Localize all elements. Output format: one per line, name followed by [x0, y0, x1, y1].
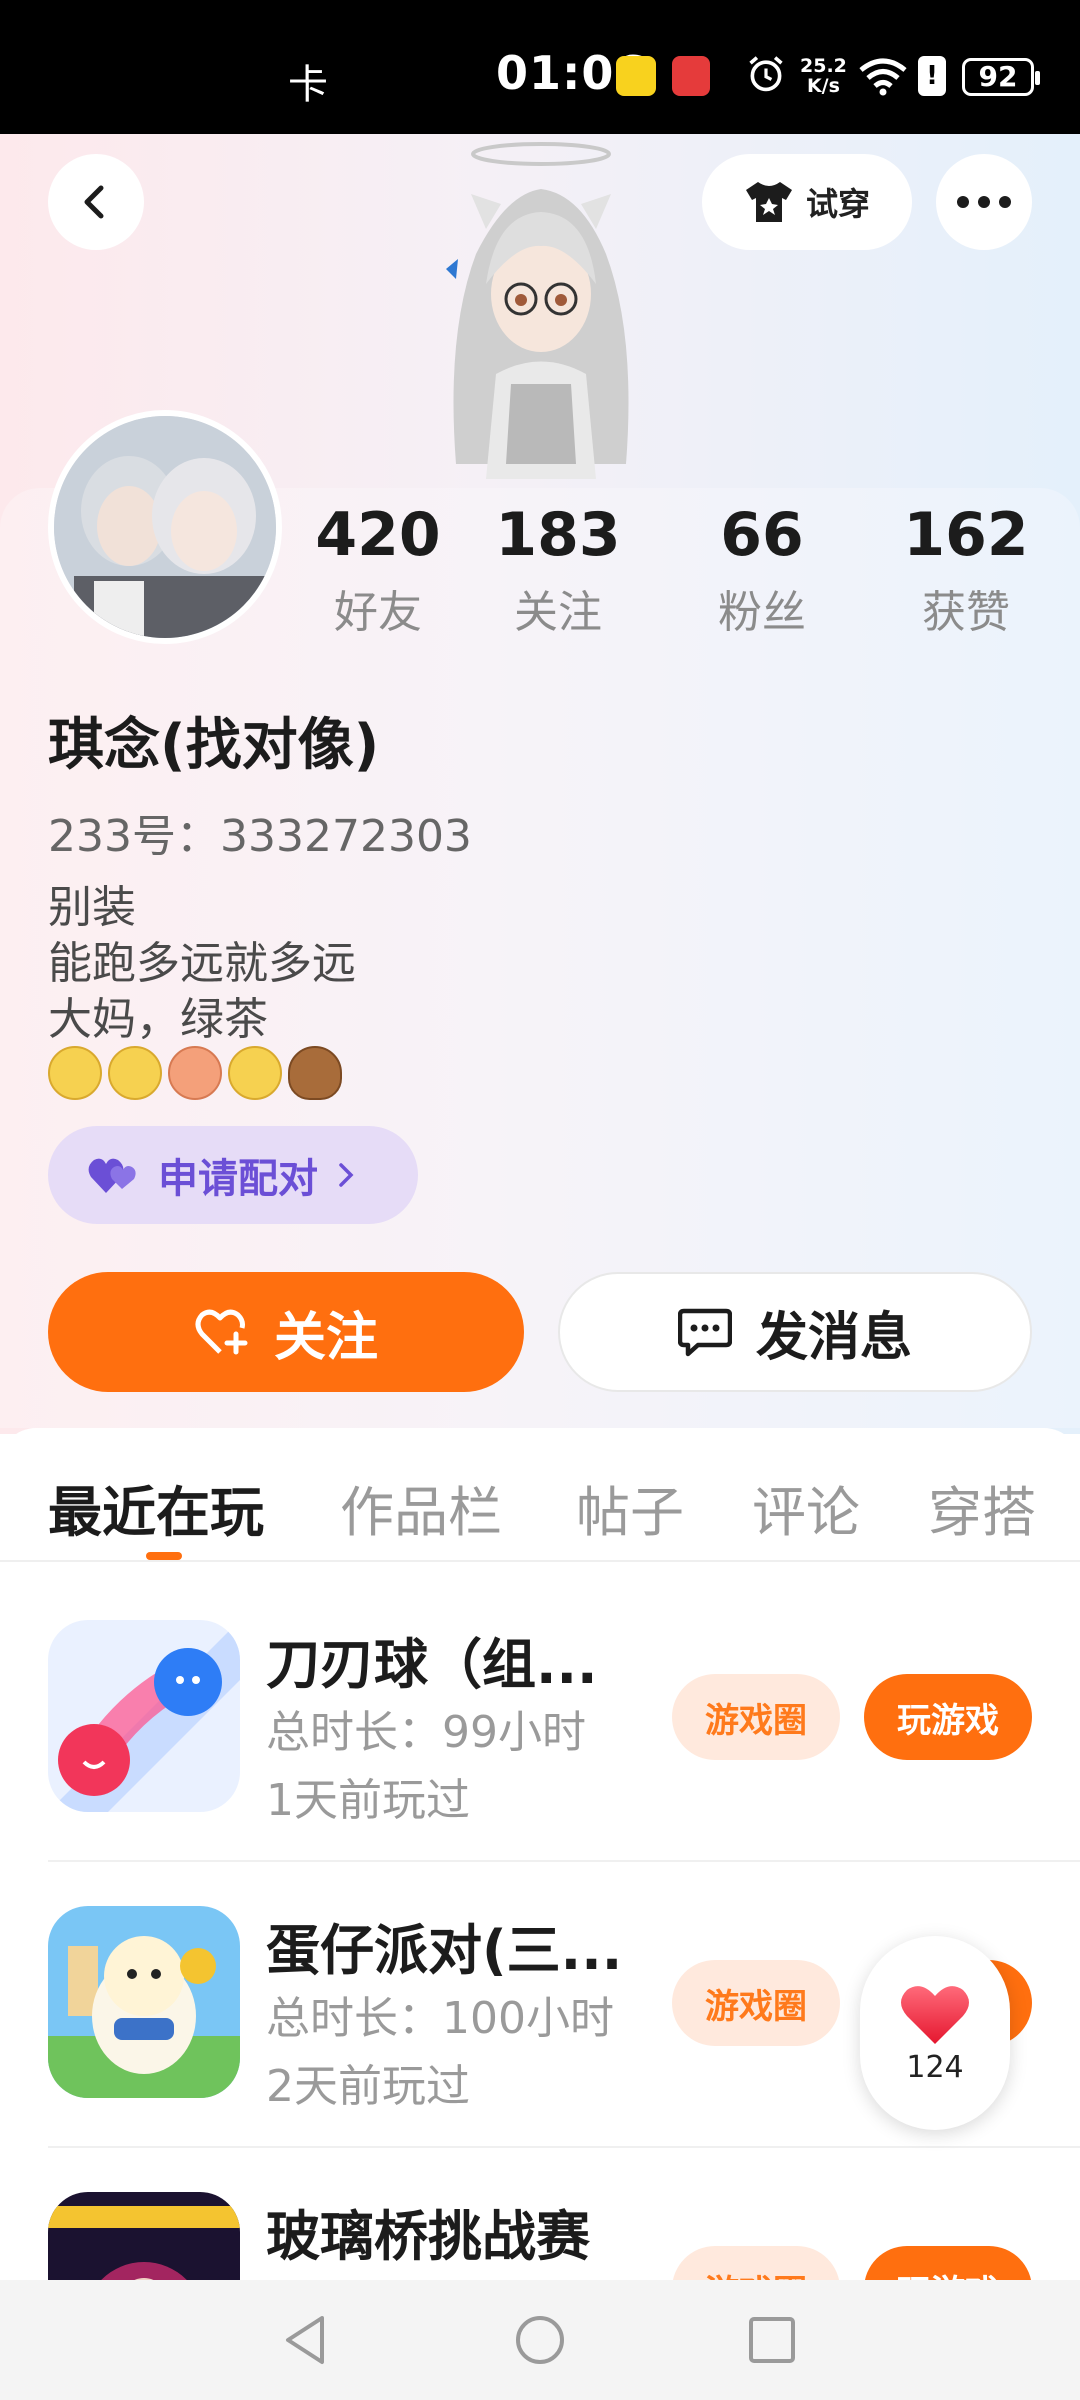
stat-label: 好友 [334, 587, 422, 638]
tab-recently-played[interactable]: 最近在玩 [48, 1468, 264, 1547]
stat-label: 获赞 [922, 587, 1010, 638]
avatar-photo [54, 416, 276, 638]
3d-avatar-figure [446, 142, 629, 479]
game-last-played: 2天前玩过 [266, 2061, 470, 2112]
stat-label: 关注 [514, 587, 602, 638]
tab-comments[interactable]: 评论 [752, 1468, 860, 1547]
floating-like-button[interactable]: 124 [860, 1936, 1010, 2130]
tab-outfits[interactable]: 穿搭 [928, 1468, 1036, 1547]
bio-line: 能跑多远就多远 [48, 938, 356, 989]
stat-label: 粉丝 [718, 587, 806, 638]
heart-plus-icon [195, 1309, 248, 1355]
alert-icon: ! [918, 56, 946, 96]
tab-posts[interactable]: 帖子 [576, 1468, 684, 1547]
status-bar: 卡 01:06 25.2 K/s ! 92 [0, 0, 1080, 134]
stat-value: 162 [903, 500, 1029, 570]
follow-label: 关注 [273, 1307, 378, 1368]
stat-likes[interactable]: 162 获赞 [886, 500, 1046, 640]
play-game-button[interactable]: 玩游戏 [864, 1674, 1032, 1760]
nav-home-icon[interactable] [510, 2310, 570, 2370]
bio-line: 别装 [48, 882, 136, 933]
nav-recents-icon[interactable] [742, 2310, 802, 2370]
chat-bubble-icon [677, 1308, 732, 1357]
like-count: 124 [906, 2049, 964, 2085]
poop-emoji-icon [288, 1046, 342, 1100]
more-dots-icon [957, 196, 1011, 208]
profile-tabs: 最近在玩 作品栏 帖子 评论 穿搭 [0, 1450, 1080, 1560]
nickname: 琪念(找对像) [48, 713, 380, 778]
request-match-label: 申请配对 [158, 1156, 318, 1202]
active-tab-indicator [146, 1552, 182, 1560]
game-duration: 总时长：100小时 [266, 1993, 614, 2044]
chevron-left-icon [84, 185, 104, 219]
game-name: 刀刃球（组... [266, 1633, 598, 1696]
try-on-button[interactable]: 试穿 [702, 154, 912, 250]
back-button[interactable] [48, 154, 144, 250]
game-name: 蛋仔派对(三... [266, 1919, 623, 1982]
nav-back-icon[interactable] [276, 2310, 336, 2370]
app-notification-icon-2 [672, 56, 710, 96]
game-name: 玻璃桥挑战赛 [266, 2205, 590, 2268]
game-last-played: 1天前玩过 [266, 1775, 470, 1826]
double-heart-icon [88, 1158, 136, 1193]
tongue-emoji-icon [168, 1046, 222, 1100]
list-divider [48, 1860, 1080, 1862]
network-speed: 25.2 K/s [800, 56, 847, 96]
game-circle-button[interactable]: 游戏圈 [672, 1674, 840, 1760]
battery-indicator: 92 [962, 58, 1040, 96]
wifi-icon [859, 58, 907, 96]
system-nav-bar [0, 2280, 1080, 2400]
network-speed-unit: K/s [806, 75, 840, 97]
heart-icon [901, 1985, 969, 2044]
network-speed-value: 25.2 [800, 55, 847, 77]
bio-line: 大妈，绿茶 [48, 994, 268, 1045]
alarm-icon [749, 56, 783, 92]
bio-emoji-row [48, 1046, 342, 1100]
eye-roll-emoji-icon [108, 1046, 162, 1100]
stat-value: 183 [495, 500, 621, 570]
chevron-right-icon [339, 1163, 354, 1187]
list-item[interactable]: 刀刃球（组... 总时长：99小时 1天前玩过 游戏圈 玩游戏 [0, 1620, 1080, 1906]
stat-value: 420 [315, 500, 441, 570]
avatar[interactable] [48, 410, 282, 644]
bio: 别装 能跑多远就多远 大妈，绿茶 [48, 880, 356, 1048]
list-divider [48, 2146, 1080, 2148]
send-message-label: 发消息 [755, 1307, 912, 1368]
game-duration: 总时长：99小时 [266, 1707, 586, 1758]
tab-works[interactable]: 作品栏 [340, 1468, 502, 1547]
tabs-divider [0, 1560, 1080, 1562]
carrier-label: 卡 [288, 62, 328, 108]
send-message-button[interactable]: 发消息 [558, 1272, 1032, 1392]
game-icon [48, 1906, 240, 2098]
user-id[interactable]: 233号：333272303 [48, 800, 472, 864]
try-on-label: 试穿 [805, 185, 870, 223]
stat-following[interactable]: 183 关注 [478, 500, 638, 640]
request-match-button[interactable]: 申请配对 [48, 1126, 418, 1224]
nerd-emoji-icon [228, 1046, 282, 1100]
stat-value: 66 [720, 500, 804, 570]
app-notification-icon [616, 56, 656, 96]
follow-button[interactable]: 关注 [48, 1272, 524, 1392]
tshirt-icon [745, 182, 792, 222]
game-circle-button[interactable]: 游戏圈 [672, 1960, 840, 2046]
game-icon [48, 1620, 240, 1812]
tears-of-joy-emoji-icon [48, 1046, 102, 1100]
stat-friends[interactable]: 420 好友 [298, 500, 458, 640]
stat-fans[interactable]: 66 粉丝 [682, 500, 842, 640]
more-options-button[interactable] [936, 154, 1032, 250]
